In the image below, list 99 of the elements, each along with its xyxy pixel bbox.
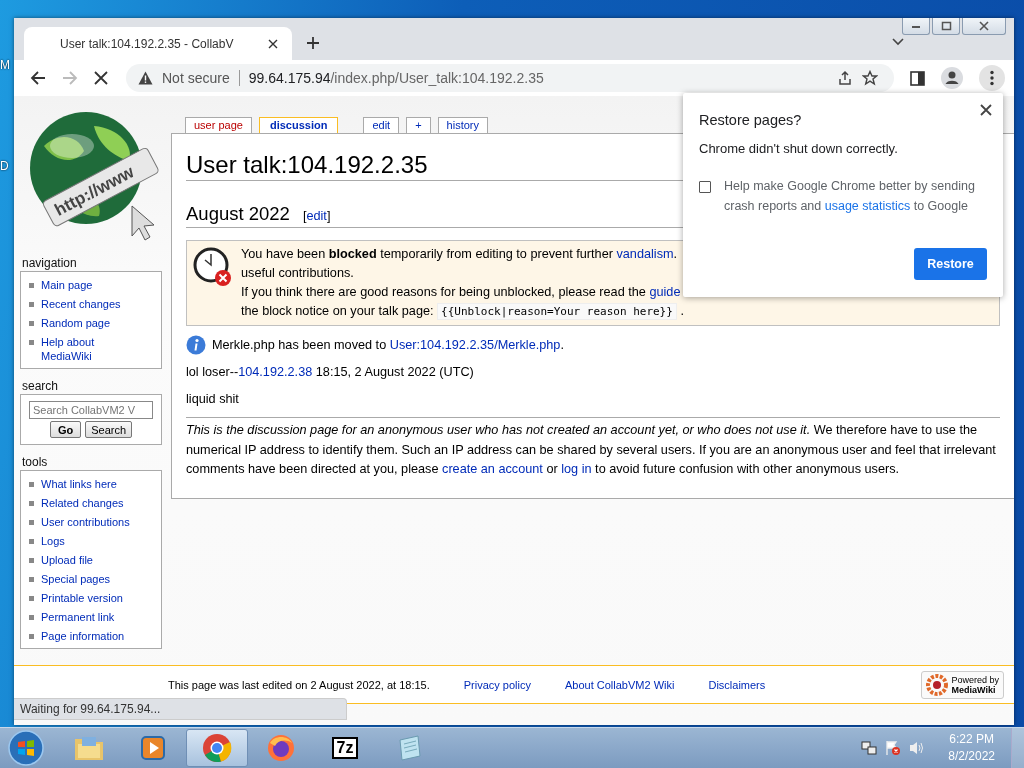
stop-icon[interactable] bbox=[94, 71, 108, 85]
minimize-button[interactable] bbox=[902, 18, 930, 35]
sidebar-link[interactable]: Printable version bbox=[41, 590, 123, 605]
address-bar[interactable]: Not secure 99.64.175.94/index.php/User_talk:104.192.2.35 bbox=[126, 64, 894, 92]
restore-button[interactable]: Restore bbox=[914, 248, 987, 280]
sidebar-link[interactable]: Logs bbox=[41, 533, 65, 548]
archive-app-icon: 7z bbox=[331, 737, 359, 759]
comment-text: lol loser--104.192.2.38 18:15, 2 August 2022 (UTC) bbox=[186, 364, 475, 381]
side-panel-icon[interactable] bbox=[910, 70, 925, 86]
clock-blocked-icon bbox=[193, 247, 233, 287]
last-edited-text: This page was last edited on 2 August 2022, at 18:15. bbox=[168, 678, 430, 691]
sidebar-link[interactable]: What links here bbox=[41, 476, 117, 491]
notice-text: the block notice on your talk page: {{Unblock|reason=Your reason here}} . bbox=[241, 302, 684, 321]
media-player-icon bbox=[139, 734, 167, 762]
flower-icon bbox=[926, 673, 949, 696]
edit-section-label: [edit] bbox=[302, 209, 331, 223]
chrome-icon bbox=[202, 733, 232, 763]
new-tab-icon[interactable] bbox=[306, 36, 320, 50]
firefox-icon bbox=[266, 733, 296, 763]
link[interactable]: edit bbox=[306, 209, 327, 223]
sidebar-link[interactable]: Main page bbox=[41, 277, 93, 292]
sidebar-link[interactable]: Random page bbox=[41, 315, 111, 330]
bullet-icon bbox=[29, 481, 34, 487]
notice-text: useful contributions. bbox=[241, 265, 355, 282]
url-text: 99.64.175.94/index.php/User_talk:104.192.2.35 bbox=[248, 70, 544, 86]
notice-text: You have been blocked temporarily from editing to prevent further vandalism. bbox=[241, 246, 679, 263]
sidebar-heading: navigation bbox=[22, 256, 78, 270]
back-icon[interactable] bbox=[30, 70, 46, 86]
sidebar-link[interactable]: Help about MediaWiki bbox=[41, 334, 141, 363]
bullet-icon bbox=[29, 500, 34, 506]
start-button[interactable] bbox=[8, 730, 44, 766]
close-icon bbox=[978, 21, 990, 31]
folder-icon bbox=[74, 735, 104, 761]
powered-by-badge[interactable]: Powered by MediaWiki bbox=[921, 670, 1004, 699]
bullet-icon bbox=[29, 614, 34, 620]
bullet-icon bbox=[29, 282, 34, 288]
browser-tab[interactable]: User talk:104.192.2.35 - CollabV bbox=[24, 27, 292, 60]
page-tab[interactable]: user page bbox=[185, 117, 252, 133]
sidebar-link[interactable]: Special pages bbox=[41, 571, 111, 586]
taskbar-app-button[interactable] bbox=[186, 729, 248, 767]
search-button[interactable]: Go bbox=[49, 421, 82, 438]
comment-text: liquid shit bbox=[186, 391, 240, 408]
warning-icon[interactable] bbox=[138, 71, 153, 85]
page-tab[interactable]: + bbox=[406, 117, 431, 133]
link[interactable]: create an account bbox=[442, 462, 543, 476]
network-icon[interactable] bbox=[861, 740, 878, 756]
profile-icon[interactable] bbox=[941, 67, 963, 89]
close-button[interactable] bbox=[962, 18, 1006, 35]
bullet-icon bbox=[29, 320, 34, 326]
info-icon bbox=[186, 335, 206, 355]
link[interactable]: vandalism bbox=[616, 247, 674, 261]
share-icon[interactable] bbox=[837, 70, 853, 86]
page-tab[interactable]: edit bbox=[363, 117, 400, 133]
menu-icon[interactable] bbox=[979, 65, 1005, 91]
link[interactable]: usage statistics bbox=[824, 199, 911, 213]
bullet-icon bbox=[29, 301, 34, 307]
link[interactable]: log in bbox=[561, 462, 592, 476]
search-button[interactable]: Search bbox=[85, 421, 133, 438]
bullet-icon bbox=[29, 576, 34, 582]
footer-link[interactable]: Disclaimers bbox=[708, 678, 766, 691]
checkbox-label: Help make Google Chrome better by sending crash reports and usage statistics to Google bbox=[724, 178, 976, 215]
maximize-button[interactable] bbox=[932, 18, 960, 35]
search-field[interactable]: Search CollabVM2 V bbox=[29, 401, 153, 419]
link[interactable]: guide bbox=[649, 285, 681, 299]
flag-error-icon[interactable] bbox=[885, 740, 902, 756]
page-tab[interactable]: history bbox=[437, 117, 488, 133]
sidebar-link[interactable]: Upload file bbox=[41, 552, 93, 567]
section-heading: August 2022 bbox=[186, 203, 290, 225]
star-icon[interactable] bbox=[862, 70, 878, 86]
sidebar-link[interactable]: Page information bbox=[41, 628, 125, 643]
security-label: Not secure bbox=[162, 70, 230, 86]
bullet-icon bbox=[29, 339, 34, 345]
close-icon[interactable] bbox=[980, 104, 992, 116]
minimize-icon bbox=[911, 23, 921, 29]
bullet-icon bbox=[29, 519, 34, 525]
close-icon[interactable] bbox=[268, 38, 278, 49]
bullet-icon bbox=[29, 538, 34, 544]
link[interactable]: 104.192.2.38 bbox=[238, 365, 313, 379]
moved-message: Merkle.php has been moved to User:104.192.2.35/Merkle.php. bbox=[212, 338, 564, 352]
dialog-title: Restore pages? bbox=[699, 112, 803, 128]
bullet-icon bbox=[29, 557, 34, 563]
chevron-down-icon[interactable] bbox=[892, 38, 904, 46]
footer-link[interactable]: About CollabVM2 Wiki bbox=[565, 678, 675, 691]
page-tab[interactable]: discussion bbox=[258, 117, 339, 133]
maximize-icon bbox=[940, 21, 952, 31]
sidebar-heading: search bbox=[22, 379, 60, 393]
bullet-icon bbox=[29, 595, 34, 601]
sidebar-heading: tools bbox=[22, 455, 49, 469]
checkbox[interactable] bbox=[699, 181, 711, 193]
footer-link[interactable]: Privacy policy bbox=[463, 678, 531, 691]
disclaimer-text: This is the discussion page for an anonymous user who has not created an account yet, or who does not use it. We therefore have to use the numerical IP address to identify them. Such an IP address can be shared by several users. If you are an anonymous user and feel that irrelevant comments have been directed at you, please create an account or log in to avoid future confusion with other anonymous users. bbox=[186, 422, 997, 478]
sidebar-link[interactable]: Recent changes bbox=[41, 296, 121, 311]
status-bubble: Waiting for 99.64.175.94... bbox=[14, 698, 347, 720]
taskbar-app-button[interactable]: 7z bbox=[314, 729, 376, 767]
sidebar-link[interactable]: Related changes bbox=[41, 495, 124, 510]
sidebar-link[interactable]: Permanent link bbox=[41, 609, 115, 624]
bullet-icon bbox=[29, 633, 34, 639]
sidebar-link[interactable]: User contributions bbox=[41, 514, 130, 529]
notice-text: If you think there are good reasons for being unblocked, please read the guide bbox=[241, 284, 682, 301]
